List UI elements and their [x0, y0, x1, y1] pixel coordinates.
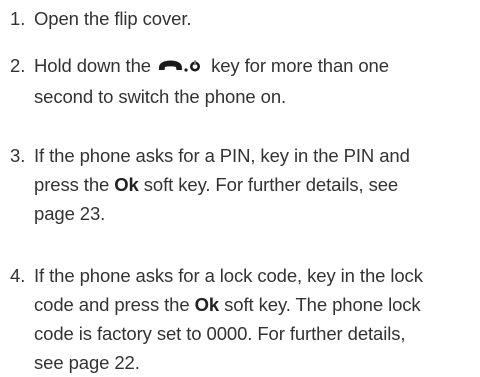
end-call-power-key-icon [158, 53, 202, 82]
step-line: code is factory set to 0000. For further… [34, 323, 406, 344]
ok-soft-key-label: Ok [194, 294, 220, 315]
step-text-after-key: soft key. The phone lock [224, 294, 421, 315]
step-line: code and press the Ok soft key. The phon… [34, 290, 476, 319]
step-text-before-key: code and press the [34, 294, 190, 315]
step-number: 2. [10, 55, 26, 76]
step-number: 3. [10, 145, 26, 166]
step-text: If the phone asks for a PIN, key in the … [34, 141, 476, 228]
step-text: If the phone asks for a lock code, key i… [34, 261, 476, 377]
step-line: Hold down the key for more than one [34, 51, 476, 82]
step-line: press the Ok soft key. For further detai… [34, 170, 476, 199]
step-line: If the phone asks for a lock code, key i… [34, 265, 423, 286]
step-text-after-icon: key for more than one [211, 55, 389, 76]
step-text: Hold down the key for more than one seco… [34, 51, 476, 111]
step-number: 4. [10, 265, 26, 286]
step-text-after-key: soft key. For further details, see [143, 174, 399, 195]
ok-soft-key-label: Ok [114, 174, 139, 195]
step-text: Open the flip cover. [34, 4, 476, 33]
step-number: 1. [10, 8, 26, 29]
step-text-before-key: press the [34, 174, 110, 195]
step-line: see page 22. [34, 352, 140, 373]
step-line: page 23. [34, 203, 106, 224]
step-line: second to switch the phone on. [34, 86, 287, 107]
step-line: If the phone asks for a PIN, key in the … [34, 145, 410, 166]
step-text-before-icon: Hold down the [34, 55, 151, 76]
step-line: Open the flip cover. [34, 8, 192, 29]
